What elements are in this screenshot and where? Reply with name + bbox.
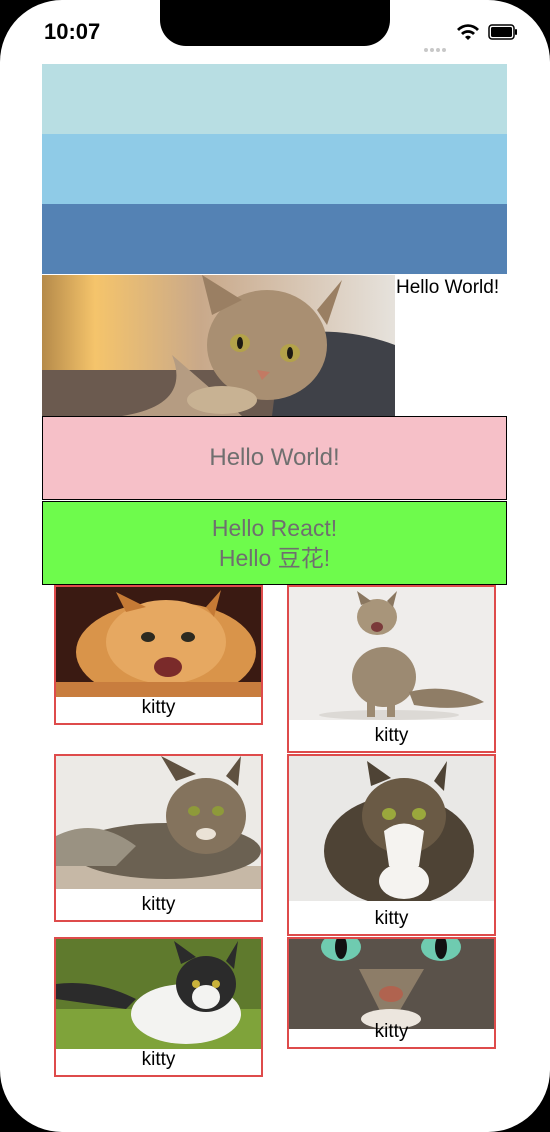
maine-coon-image — [56, 756, 261, 889]
hero-caption: Hello World! — [396, 277, 500, 298]
color-stripe-medium — [42, 134, 507, 204]
hello-world-text: Hello World! — [209, 444, 340, 471]
kitty-card[interactable]: kitty — [54, 754, 263, 922]
kitty-caption: kitty — [141, 894, 176, 915]
signal-icon — [424, 34, 448, 52]
tabby-sitting-image — [289, 587, 494, 720]
kitty-card[interactable]: kitty — [54, 585, 263, 725]
kitty-card[interactable]: kitty — [54, 937, 263, 1077]
kitty-caption: kitty — [374, 1021, 409, 1042]
kitty-card[interactable]: kitty — [287, 937, 496, 1049]
closeup-cat-image — [289, 939, 494, 1029]
kitty-caption: kitty — [374, 908, 409, 929]
color-stripe-dark — [42, 204, 507, 274]
black-white-cat-image — [56, 939, 261, 1049]
notch — [160, 0, 390, 46]
hello-react-box: Hello React! Hello 豆花! — [42, 501, 507, 585]
status-time: 10:07 — [44, 19, 101, 44]
wifi-icon — [457, 24, 479, 40]
hello-react-text: Hello React! — [211, 515, 338, 541]
kitty-caption: kitty — [141, 697, 176, 718]
hero-cat-image — [42, 275, 395, 416]
hello-douhua-text: Hello 豆花! — [218, 545, 331, 571]
hello-world-box: Hello World! — [42, 416, 507, 500]
battery-icon — [488, 24, 517, 40]
tabby-white-image — [289, 756, 494, 901]
ginger-kitten-image — [56, 587, 261, 697]
kitty-caption: kitty — [141, 1049, 176, 1070]
color-stripe-light — [42, 64, 507, 134]
phone-screen: 10:07 Hello World! Hello World! Hello Re… — [0, 0, 550, 1132]
kitty-card[interactable]: kitty — [287, 585, 496, 753]
kitty-caption: kitty — [374, 725, 409, 746]
kitty-card[interactable]: kitty — [287, 754, 496, 936]
